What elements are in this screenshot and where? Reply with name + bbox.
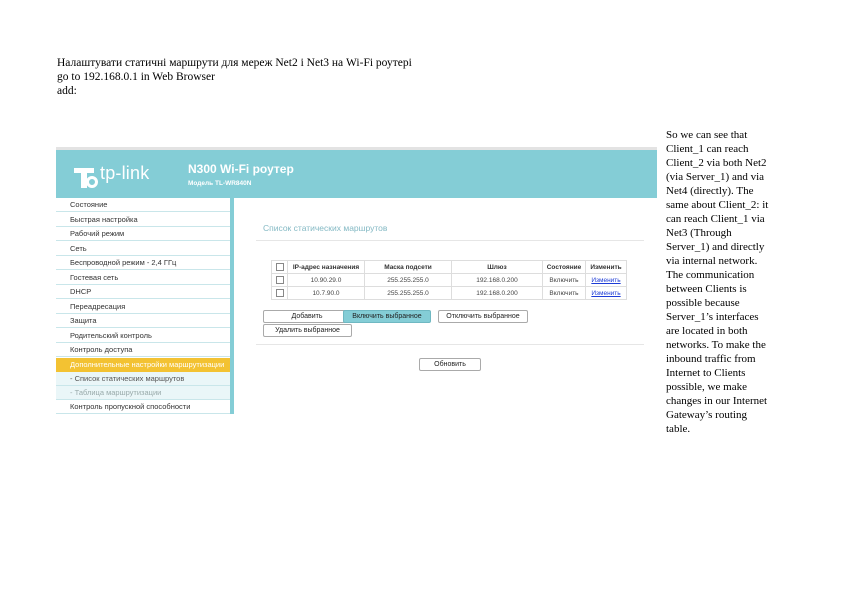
sidebar-item-wireless[interactable]: Беспроводной режим - 2,4 ГГц [56, 256, 230, 270]
note-line: Server_1) and directly [666, 241, 765, 253]
router-header: tp-link N300 Wi-Fi роутер Модель TL-WR84… [56, 147, 657, 198]
cell-state: Включить [542, 286, 586, 300]
note-line: Server_1’s interfaces [666, 311, 759, 323]
row-select-cell [271, 286, 288, 300]
cell-gateway: 192.168.0.200 [451, 286, 543, 300]
note-line: The communication [666, 269, 755, 281]
intro-line-2: go to 192.168.0.1 in Web Browser [57, 71, 215, 83]
sidebar-item-quick-setup[interactable]: Быстрая настройка [56, 213, 230, 227]
cell-mask: 255.255.255.0 [364, 286, 452, 300]
cell-destination: 10.7.90.0 [287, 286, 365, 300]
sidebar-item-dhcp[interactable]: DHCP [56, 285, 230, 299]
refresh-button[interactable]: Обновить [419, 358, 481, 371]
edit-link[interactable]: Изменить [591, 290, 620, 297]
buttons-divider [256, 344, 644, 345]
select-all-checkbox[interactable] [275, 263, 284, 271]
note-line: Net3 (Through [666, 227, 732, 239]
title-divider [256, 240, 644, 241]
sidebar-item-status[interactable]: Состояние [56, 198, 230, 212]
note-line: between Clients is [666, 283, 747, 295]
cell-state: Включить [542, 273, 586, 287]
sidebar-menu: Состояние Быстрая настройка Рабочий режи… [56, 198, 234, 414]
row-select-cell [271, 273, 288, 287]
intro-line-3: add: [57, 85, 77, 97]
cell-destination: 10.90.29.0 [287, 273, 365, 287]
static-routes-table: IP-адрес назначения Маска подсети Шлюз С… [271, 260, 627, 300]
cell-edit: Изменить [585, 286, 627, 300]
col-destination: IP-адрес назначения [287, 260, 365, 274]
table-row: 10.90.29.0 255.255.255.0 192.168.0.200 В… [271, 273, 627, 287]
col-edit: Изменить [585, 260, 627, 274]
row-checkbox[interactable] [275, 289, 284, 297]
note-line: (via Server_1) and via [666, 171, 765, 183]
sidebar-item-guest-network[interactable]: Гостевая сеть [56, 271, 230, 285]
sidebar-item-access-control[interactable]: Контроль доступа [56, 343, 230, 357]
note-line: Net4 (directly). The [666, 185, 754, 197]
explanation-note: So we can see that Client_1 can reach Cl… [666, 128, 784, 436]
note-line: possible because [666, 297, 740, 309]
sidebar-item-parental-control[interactable]: Родительский контроль [56, 329, 230, 343]
note-line: can reach Client_1 via [666, 213, 765, 225]
router-title: N300 Wi-Fi роутер [188, 162, 294, 176]
note-line: possible, we make [666, 381, 747, 393]
router-screenshot: tp-link N300 Wi-Fi роутер Модель TL-WR84… [56, 147, 657, 414]
table-row: 10.7.90.0 255.255.255.0 192.168.0.200 Вк… [271, 286, 627, 300]
note-line: networks. To make the [666, 339, 766, 351]
note-line: Gateway’s routing [666, 409, 747, 421]
note-line: Client_1 can reach [666, 143, 749, 155]
delete-selected-button[interactable]: Удалить выбранное [263, 324, 352, 337]
note-line: So we can see that [666, 129, 748, 141]
edit-link[interactable]: Изменить [591, 277, 620, 284]
router-model: Модель TL-WR840N [188, 180, 252, 187]
sidebar-item-static-routes[interactable]: - Список статических маршрутов [56, 372, 230, 386]
disable-selected-button[interactable]: Отключить выбранное [438, 310, 528, 323]
sidebar-item-advanced-routing[interactable]: Дополнительные настройки маршрутизации [56, 357, 230, 372]
cell-mask: 255.255.255.0 [364, 273, 452, 287]
note-line: via internal network. [666, 255, 758, 267]
sidebar-item-forwarding[interactable]: Переадресация [56, 300, 230, 314]
col-gateway: Шлюз [451, 260, 543, 274]
col-state: Состояние [542, 260, 586, 274]
note-line: are located in both [666, 325, 748, 337]
note-line: Client_2 via both Net2 [666, 157, 767, 169]
sidebar-item-security[interactable]: Защита [56, 314, 230, 328]
tp-link-logo-icon [74, 168, 98, 188]
panel-title: Список статических маршрутов [263, 223, 388, 233]
sidebar-item-bandwidth-control[interactable]: Контроль пропускной способности [56, 400, 230, 414]
sidebar-item-network[interactable]: Сеть [56, 242, 230, 256]
add-button[interactable]: Добавить [263, 310, 351, 323]
note-line: inbound traffic from [666, 353, 756, 365]
note-line: changes in our Internet [666, 395, 768, 407]
enable-selected-button[interactable]: Включить выбранное [343, 310, 431, 323]
row-checkbox[interactable] [275, 276, 284, 284]
intro-text: Налаштувати статичні маршрути для мереж … [57, 56, 412, 98]
cell-gateway: 192.168.0.200 [451, 273, 543, 287]
intro-line-1: Налаштувати статичні маршрути для мереж … [57, 57, 412, 69]
main-panel: Список статических маршрутов IP-адрес на… [234, 198, 657, 414]
sidebar-item-operation-mode[interactable]: Рабочий режим [56, 227, 230, 241]
table-header-row: IP-адрес назначения Маска подсети Шлюз С… [271, 260, 627, 274]
brand-name: tp-link [100, 163, 150, 183]
sidebar-item-routing-table[interactable]: - Таблица маршрутизации [56, 386, 230, 400]
note-line: same about Client_2: it [666, 199, 769, 211]
note-line: Internet to Clients [666, 367, 746, 379]
select-all-cell [271, 260, 288, 274]
note-line: table. [666, 423, 691, 435]
col-mask: Маска подсети [364, 260, 452, 274]
cell-edit: Изменить [585, 273, 627, 287]
